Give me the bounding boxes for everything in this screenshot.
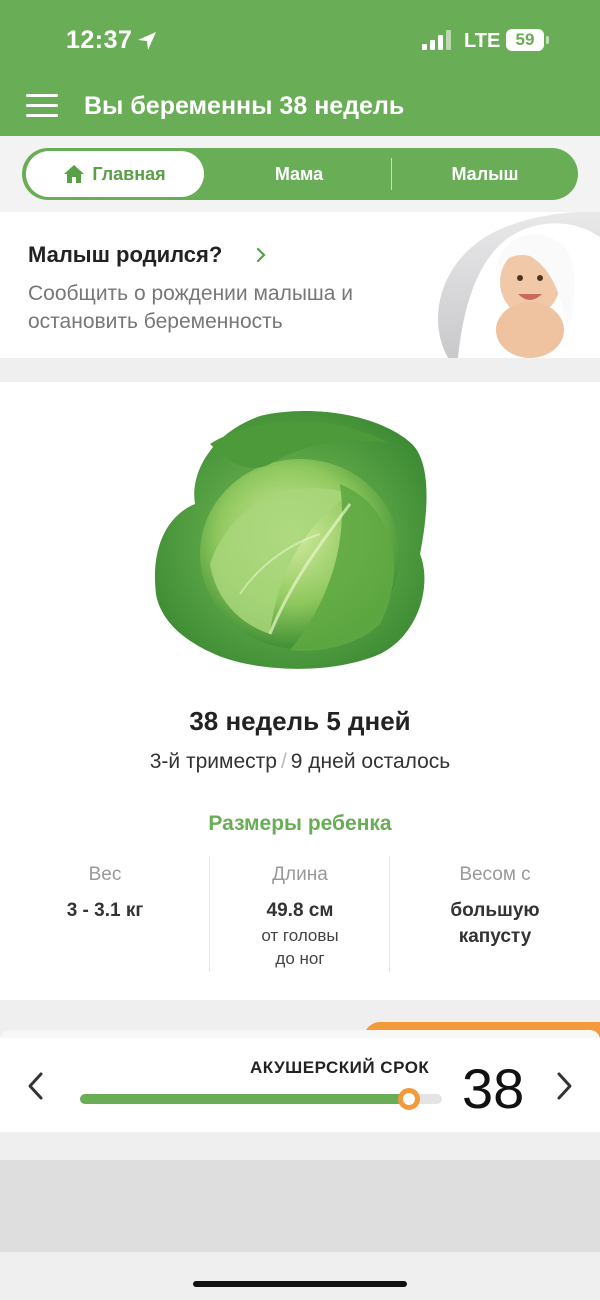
term-slider-fill <box>80 1094 410 1104</box>
length-value: 49.8 см <box>266 900 334 921</box>
cabbage-image <box>154 411 427 669</box>
battery-tip <box>546 36 549 44</box>
compare-value-line1: большую <box>450 900 540 921</box>
page-title: Вы беременны 38 недель <box>84 92 405 120</box>
term-slider-thumb[interactable] <box>398 1088 421 1110</box>
weight-value: 3 - 3.1 кг <box>66 900 144 921</box>
tab-home[interactable]: Главная <box>26 151 204 197</box>
home-indicator <box>193 1281 407 1287</box>
baby-born-banner[interactable]: Малыш родился? Сообщить о рождении малыш… <box>0 212 600 358</box>
home-icon <box>64 165 85 183</box>
trimester-label: 3-й триместр <box>149 750 277 773</box>
term-week-number: 38 <box>462 1057 525 1120</box>
compare-column: Весом с большую капусту <box>390 864 600 950</box>
compare-value-line2: капусту <box>458 926 532 947</box>
tab-home-label: Главная <box>92 164 166 184</box>
segmented-tabs: Главная Мама Малыш <box>22 148 578 200</box>
length-note-line2: до ног <box>275 949 325 968</box>
chevron-left-icon[interactable] <box>24 1070 48 1102</box>
signal-icon <box>422 30 451 50</box>
days-remaining: 9 дней осталось <box>290 750 451 773</box>
chevron-right-icon[interactable] <box>552 1070 576 1102</box>
tabs-bar: Главная Мама Малыш <box>0 136 600 212</box>
status-time: 12:37 <box>66 26 133 54</box>
location-arrow-icon <box>138 32 156 50</box>
length-note-line1: от головы <box>261 926 339 945</box>
banner-subtitle: Сообщить о рождении малыша и остановить … <box>28 282 354 333</box>
chevron-right-icon <box>256 247 266 263</box>
weight-column: Вес 3 - 3.1 кг <box>0 864 210 924</box>
network-type: LTE <box>464 30 501 52</box>
tab-baby[interactable]: Малыш <box>392 148 578 200</box>
weight-label: Вес <box>88 864 122 885</box>
length-label: Длина <box>272 864 328 885</box>
separator: / <box>280 750 287 773</box>
obstetric-term-panel: АКУШЕРСКИЙ СРОК 38 <box>0 1038 600 1132</box>
bottom-placeholder <box>0 1160 600 1252</box>
battery-indicator: 59 <box>506 29 544 51</box>
tab-mom[interactable]: Мама <box>208 148 390 200</box>
banner-title: Малыш родился? <box>28 242 223 267</box>
week-title: 38 недель 5 дней <box>189 706 411 736</box>
baby-sizes-title: Размеры ребенка <box>208 812 392 835</box>
baby-photo <box>438 212 600 358</box>
compare-value: большую капусту <box>390 898 600 950</box>
app-header: 12:37 LTE 59 Вы беременны 38 недель <box>0 0 600 136</box>
term-slider[interactable] <box>80 1088 442 1110</box>
compare-label: Весом с <box>459 864 531 885</box>
week-info-card: 38 недель 5 дней 3-й триместр/9 дней ост… <box>0 382 600 1000</box>
week-subtitle: 3-й триместр/9 дней осталось <box>0 750 600 774</box>
length-column: Длина 49.8 см от головы до ног <box>210 864 390 970</box>
term-label: АКУШЕРСКИЙ СРОК <box>250 1058 430 1077</box>
hamburger-menu-icon[interactable] <box>26 94 58 118</box>
